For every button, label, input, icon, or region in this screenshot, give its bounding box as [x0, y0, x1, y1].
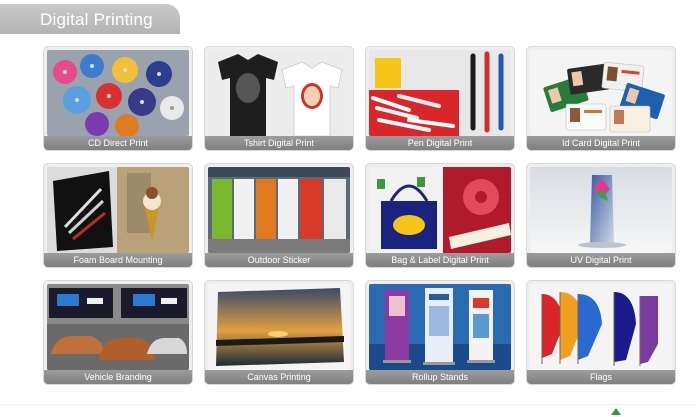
- service-card-canvas-printing[interactable]: Canvas Printing: [205, 281, 353, 384]
- service-label: UV Digital Print: [527, 253, 675, 267]
- section-header: Digital Printing: [0, 4, 180, 34]
- service-card-flags[interactable]: Flags: [527, 281, 675, 384]
- section-title: Digital Printing: [40, 10, 153, 29]
- service-card-pen-digital-print[interactable]: Pen Digital Print: [366, 47, 514, 150]
- service-label: Tshirt Digital Print: [205, 136, 353, 150]
- service-label: Flags: [527, 370, 675, 384]
- service-label: Canvas Printing: [205, 370, 353, 384]
- arrow-up-icon: [611, 408, 621, 415]
- service-card-foam-board-mounting[interactable]: Foam Board Mounting: [44, 164, 192, 267]
- service-card-bag-label-digital-print[interactable]: Bag & Label Digital Print: [366, 164, 514, 267]
- uv-digital-print-image: [530, 167, 672, 253]
- vehicle-branding-image: [47, 284, 189, 370]
- service-label: Pen Digital Print: [366, 136, 514, 150]
- cd-direct-print-image: [47, 50, 189, 136]
- flags-image: [530, 284, 672, 370]
- service-card-cd-direct-print[interactable]: CD Direct Print: [44, 47, 192, 150]
- tshirt-digital-print-image: [208, 50, 350, 136]
- service-label: Foam Board Mounting: [44, 253, 192, 267]
- service-grid: CD Direct Print Tshirt Digital Print Pen…: [44, 47, 675, 384]
- rollup-stands-image: [369, 284, 511, 370]
- bag-label-digital-print-image: [369, 167, 511, 253]
- service-label: Vehicle Branding: [44, 370, 192, 384]
- service-label: Outdoor Sticker: [205, 253, 353, 267]
- service-label: CD Direct Print: [44, 136, 192, 150]
- service-card-uv-digital-print[interactable]: UV Digital Print: [527, 164, 675, 267]
- service-card-id-card-digital-print[interactable]: Id Card Digital Print: [527, 47, 675, 150]
- service-label: Id Card Digital Print: [527, 136, 675, 150]
- service-card-rollup-stands[interactable]: Rollup Stands: [366, 281, 514, 384]
- service-card-vehicle-branding[interactable]: Vehicle Branding: [44, 281, 192, 384]
- service-label: Bag & Label Digital Print: [366, 253, 514, 267]
- footer-divider: [0, 404, 696, 405]
- outdoor-sticker-image: [208, 167, 350, 253]
- service-card-outdoor-sticker[interactable]: Outdoor Sticker: [205, 164, 353, 267]
- id-card-digital-print-image: [530, 50, 672, 136]
- service-card-tshirt-digital-print[interactable]: Tshirt Digital Print: [205, 47, 353, 150]
- foam-board-mounting-image: [47, 167, 189, 253]
- canvas-printing-image: [208, 284, 350, 370]
- service-label: Rollup Stands: [366, 370, 514, 384]
- pen-digital-print-image: [369, 50, 511, 136]
